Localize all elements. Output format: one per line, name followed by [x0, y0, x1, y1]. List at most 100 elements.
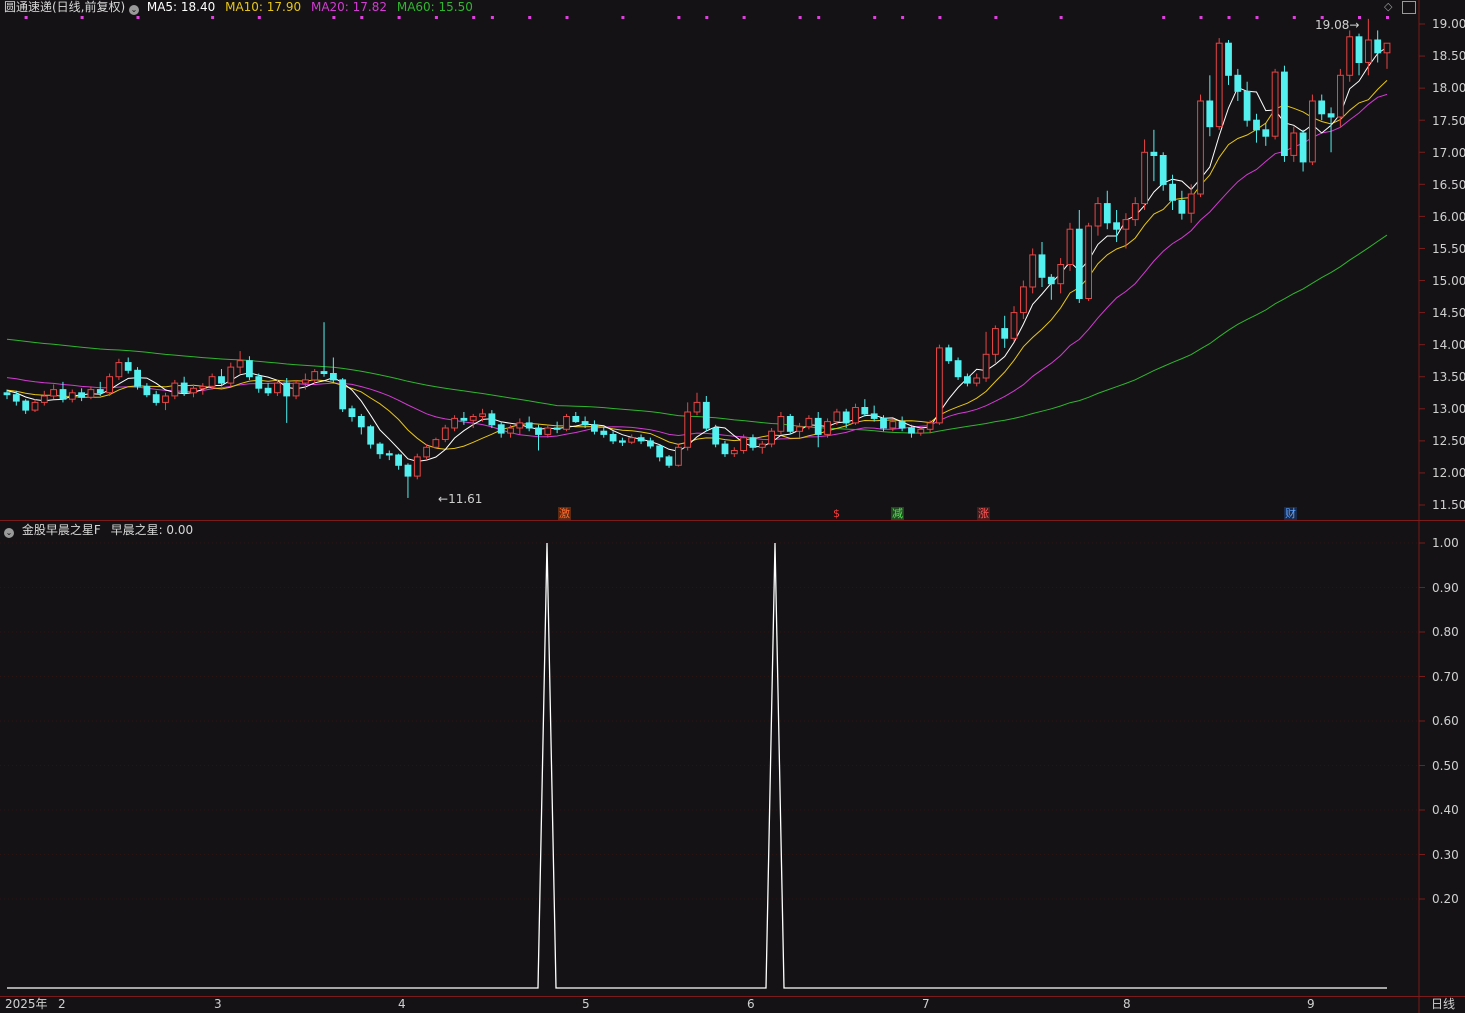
- signal-dot: [677, 16, 681, 19]
- candle-body: [749, 437, 757, 448]
- candle-body: [1253, 119, 1260, 131]
- signal-dot: [1386, 16, 1389, 19]
- candle-body: [376, 443, 384, 455]
- event-marker-reduce[interactable]: 减: [891, 507, 904, 520]
- indicator-tick: 0.60: [1432, 714, 1459, 728]
- candle-body: [507, 427, 514, 434]
- month-label: 7: [922, 997, 930, 1011]
- candle-body: [758, 443, 766, 448]
- candle-body: [162, 395, 169, 403]
- signal-dot: [565, 16, 569, 19]
- price-tick: 18.50: [1432, 49, 1465, 63]
- panel-toggle-icon[interactable]: [1402, 1, 1416, 14]
- candle-body: [609, 434, 617, 442]
- month-label: 2: [58, 997, 66, 1011]
- candle-body: [320, 371, 328, 375]
- year-label: 2025年: [5, 997, 48, 1011]
- candle-body: [1225, 42, 1232, 76]
- stock-title[interactable]: 圆通速递(日线,前复权): [4, 0, 125, 14]
- event-marker-rise[interactable]: 涨: [977, 507, 990, 520]
- candle-body: [1178, 199, 1186, 214]
- signal-dot: [1059, 16, 1063, 19]
- candle-body: [3, 392, 11, 396]
- candle-body: [665, 456, 673, 466]
- month-label: 5: [582, 997, 590, 1011]
- event-marker-finance[interactable]: 财: [1284, 507, 1297, 520]
- candle-body: [404, 464, 412, 477]
- event-marker-dollar[interactable]: $: [832, 507, 841, 520]
- candle-body: [870, 413, 878, 419]
- candle-body: [12, 394, 20, 402]
- candle-body: [385, 453, 393, 456]
- candle-body: [535, 427, 542, 435]
- low-price-value: 11.61: [448, 492, 483, 506]
- ma20-label: MA20: 17.82: [310, 0, 388, 14]
- candle-body: [274, 382, 281, 394]
- price-tick: 11.50: [1432, 498, 1465, 512]
- indicator-tick: 0.50: [1432, 759, 1459, 773]
- candle-body: [1281, 71, 1288, 156]
- candle-body: [227, 366, 235, 384]
- candle-body: [889, 421, 897, 429]
- diamond-icon[interactable]: ◇: [1384, 0, 1392, 13]
- candle-body: [917, 428, 925, 434]
- signal-dot: [1292, 16, 1296, 19]
- candle-body: [171, 382, 179, 397]
- price-chart-canvas[interactable]: [0, 0, 1465, 1013]
- candle-body: [1262, 129, 1270, 137]
- candle-body: [786, 416, 794, 432]
- candle-body: [563, 416, 570, 430]
- candle-body: [1206, 100, 1214, 128]
- signal-dot: [994, 16, 998, 19]
- indicator-tick: 0.20: [1432, 892, 1459, 906]
- candle-body: [1159, 155, 1167, 185]
- candle-body: [525, 422, 533, 429]
- candle-body: [544, 427, 552, 435]
- indicator-chevron-icon[interactable]: ⌄: [4, 528, 14, 538]
- low-price-annotation: ←11.61: [438, 492, 482, 506]
- signal-dot: [80, 16, 84, 19]
- signal-dot: [472, 16, 476, 19]
- candle-body: [1085, 225, 1092, 299]
- settings-chevron-icon[interactable]: ⌄: [129, 5, 140, 15]
- event-marker-incentive[interactable]: 激: [558, 507, 571, 520]
- candle-body: [348, 408, 356, 417]
- signal-dot: [938, 16, 942, 19]
- candle-body: [87, 389, 95, 398]
- price-tick: 15.50: [1432, 242, 1465, 256]
- candle-body: [1122, 219, 1130, 230]
- candle-body: [423, 446, 431, 458]
- signal-dot: [705, 16, 709, 19]
- candle-body: [982, 353, 990, 379]
- candle-body: [1346, 36, 1354, 76]
- candle-body: [367, 426, 375, 445]
- signal-dot: [434, 16, 438, 19]
- signal-dot: [1199, 16, 1203, 19]
- candle-body: [1197, 100, 1204, 195]
- signal-dot: [397, 16, 401, 19]
- candle-body: [992, 328, 999, 355]
- candle-body: [637, 437, 645, 442]
- month-label: 3: [214, 997, 222, 1011]
- indicator-tick: 0.70: [1432, 670, 1459, 684]
- indicator-name[interactable]: 金股早晨之星F: [22, 523, 101, 537]
- candle-body: [1290, 132, 1298, 156]
- candle-body: [218, 376, 225, 384]
- candle-body: [115, 362, 123, 378]
- candle-body: [1383, 42, 1391, 54]
- candle-body: [1131, 203, 1139, 221]
- price-tick: 16.00: [1432, 210, 1465, 224]
- candle-body: [302, 379, 309, 384]
- candle-body: [805, 417, 813, 428]
- indicator-tick: 0.30: [1432, 848, 1459, 862]
- period-button[interactable]: 日线: [1431, 998, 1455, 1010]
- price-tick: 14.00: [1432, 338, 1465, 352]
- signal-dot: [1162, 16, 1166, 19]
- chart-header: 圆通速递(日线,前复权) ⌄ MA5: 18.40 MA10: 17.90 MA…: [4, 0, 473, 15]
- candle-body: [600, 430, 608, 435]
- candle-body: [96, 389, 104, 394]
- candle-body: [40, 395, 48, 403]
- candle-body: [945, 347, 953, 362]
- candle-body: [152, 394, 160, 403]
- candle-body: [441, 427, 449, 440]
